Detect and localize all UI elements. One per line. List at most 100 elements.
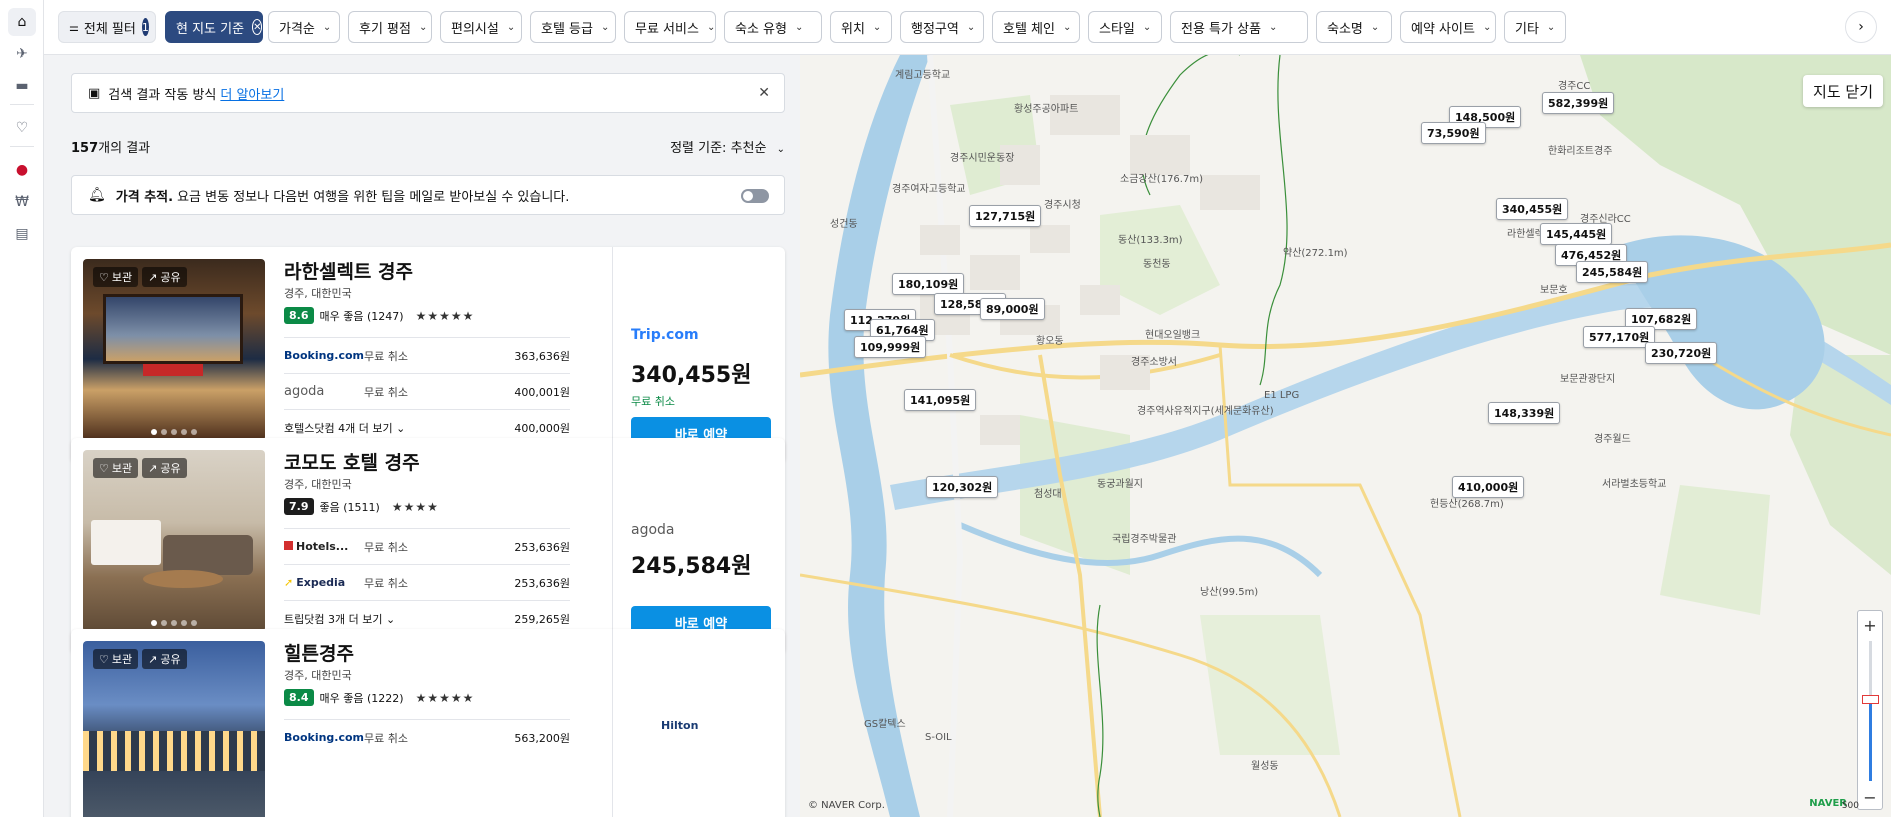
hotel-name[interactable]: 라한셀렉트 경주 — [284, 257, 413, 284]
filter-chip[interactable]: 편의시설 ⌄ — [440, 11, 522, 43]
offer-price: 253,636원 — [514, 576, 570, 590]
filter-chip-label: 무료 서비스 — [635, 21, 699, 37]
more-offers-link[interactable]: 트립닷컴 3개 더 보기 ⌄ — [284, 611, 395, 627]
all-filters-label: 전체 필터 — [83, 21, 136, 37]
hotel-card[interactable]: ♡ 보관 ↗ 공유 라한셀렉트 경주 경주, 대한민국 8.6 매우 좋음 (124… — [71, 247, 785, 463]
all-filters-button[interactable]: ⚌ 전체 필터 1 — [58, 11, 156, 43]
close-map-button[interactable]: 지도 닫기 — [1803, 75, 1883, 107]
map-price-pin[interactable]: 180,109원 — [892, 273, 965, 295]
provider-name: Booking.com — [284, 349, 365, 362]
map-place-label: 보문호 — [1540, 285, 1568, 296]
filter-chip[interactable]: 숙소 유형 ⌄ — [724, 11, 822, 43]
card-divider — [612, 247, 613, 463]
filter-chip[interactable]: 전용 특가 상품 ⌄ — [1170, 11, 1308, 43]
save-button[interactable]: ♡ 보관 — [93, 649, 139, 669]
rating-text: 매우 좋음 (1247) — [319, 309, 404, 323]
bed-icon[interactable]: ⌂ — [8, 8, 36, 36]
hotel-name[interactable]: 힐튼경주 — [284, 639, 354, 666]
filter-chip[interactable]: 예약 사이트 ⌄ — [1400, 11, 1496, 43]
map-price-pin[interactable]: 141,095원 — [904, 389, 977, 411]
share-button[interactable]: ↗ 공유 — [142, 458, 187, 478]
filter-chip[interactable]: 행정구역 ⌄ — [900, 11, 984, 43]
provider-name: agoda — [284, 384, 325, 399]
offer-row[interactable]: ➚ Expedia 무료 취소 253,636원 — [284, 564, 570, 600]
map-price-pin[interactable]: 148,339원 — [1488, 402, 1561, 424]
map-price-pin[interactable]: 127,715원 — [969, 205, 1042, 227]
filter-chip[interactable]: 숙소명 ⌄ — [1316, 11, 1392, 43]
heart-icon[interactable]: ♡ — [8, 114, 36, 142]
map-price-pin[interactable]: 245,584원 — [1576, 261, 1649, 283]
chevron-down-icon: ⌄ — [794, 21, 804, 33]
filter-chip[interactable]: 호텔 등급 ⌄ — [530, 11, 616, 43]
hotel-photo[interactable]: ♡ 보관 ↗ 공유 — [83, 450, 265, 632]
chevron-right-icon[interactable]: › — [1845, 11, 1877, 43]
plane-icon[interactable]: ✈ — [8, 40, 36, 68]
cancel-text: 무료 취소 — [364, 349, 408, 363]
hotel-name[interactable]: 코모도 호텔 경주 — [284, 448, 420, 475]
map-price-pin[interactable]: 230,720원 — [1645, 342, 1718, 364]
zoom-out-button[interactable]: − — [1858, 785, 1882, 809]
sort-value: 추천순 — [730, 141, 767, 156]
zoom-in-button[interactable]: + — [1858, 613, 1882, 637]
offer-row[interactable]: Booking.com 무료 취소 563,200원 — [284, 719, 570, 755]
photo-pagination[interactable] — [83, 429, 265, 435]
sort-dropdown[interactable]: 정렬 기준: 추천순 ⌄ — [670, 137, 785, 156]
map-view[interactable]: 경주CC 황성주공아파트 경주시민운동장 경주여자고등학교 경주시청 소금강산(176.7… — [800, 55, 1891, 817]
map-price-pin[interactable]: 120,302원 — [926, 476, 999, 498]
offer-price: 400,000원 — [514, 421, 570, 435]
hotel-card[interactable]: ♡ 보관 ↗ 공유 코모도 호텔 경주 경주, 대한민국 7.9 좋음 (1511)… — [71, 438, 785, 654]
rail-divider — [10, 104, 34, 105]
filter-chip[interactable]: 스타일 ⌄ — [1088, 11, 1162, 43]
zoom-slider-thumb[interactable] — [1862, 695, 1879, 704]
map-place-label: 성건동 — [830, 219, 858, 230]
hotel-photo-sign — [143, 364, 203, 376]
price-tracking-toggle[interactable] — [741, 189, 769, 203]
filter-chip[interactable]: 무료 서비스 ⌄ — [624, 11, 716, 43]
chevron-down-icon: ⌄ — [1546, 21, 1556, 33]
filter-chip[interactable]: 가격순 ⌄ — [268, 11, 340, 43]
hotel-card[interactable]: ♡ 보관 ↗ 공유 힐튼경주 경주, 대한민국 8.4 매우 좋음 (1222) ★… — [71, 629, 785, 817]
photo-pagination[interactable] — [83, 620, 265, 626]
save-button[interactable]: ♡ 보관 — [93, 458, 139, 478]
zoom-control: + − — [1857, 610, 1883, 810]
chevron-down-icon: ⌄ — [966, 21, 976, 33]
map-price-pin[interactable]: 145,445원 — [1540, 223, 1613, 245]
filter-chip[interactable]: 호텔 체인 ⌄ — [992, 11, 1080, 43]
offer-row[interactable]: agoda 무료 취소 400,001원 — [284, 373, 570, 409]
car-icon[interactable]: ▬ — [8, 72, 36, 100]
filter-count-badge: 1 — [141, 18, 149, 36]
share-button[interactable]: ↗ 공유 — [142, 649, 187, 669]
won-icon[interactable]: ₩ — [8, 188, 36, 216]
save-button[interactable]: ♡ 보관 — [93, 267, 139, 287]
offer-row[interactable]: Booking.com 무료 취소 363,636원 — [284, 337, 570, 373]
feedback-icon[interactable]: ▤ — [8, 220, 36, 248]
info-icon: ▣ — [88, 85, 101, 101]
korea-flag-icon[interactable]: ● — [8, 156, 36, 184]
more-offers-link[interactable]: 호텔스닷컴 4개 더 보기 ⌄ — [284, 420, 405, 436]
share-button[interactable]: ↗ 공유 — [142, 267, 187, 287]
map-attribution: © NAVER Corp. — [808, 800, 885, 811]
hotel-location: 경주, 대한민국 — [284, 669, 352, 682]
close-icon[interactable]: ✕ — [252, 19, 262, 35]
map-price-pin[interactable]: 109,999원 — [854, 336, 927, 358]
hotel-photo[interactable]: ♡ 보관 ↗ 공유 — [83, 641, 265, 817]
map-price-pin[interactable]: 89,000원 — [980, 298, 1045, 320]
map-price-pin[interactable]: 410,000원 — [1452, 476, 1525, 498]
filter-chip-label: 숙소명 — [1327, 21, 1363, 37]
map-price-pin[interactable]: 73,590원 — [1421, 122, 1486, 144]
photo-buttons: ♡ 보관 ↗ 공유 — [93, 458, 187, 478]
hotel-rating: 7.9 좋음 (1511) ★★★★ — [284, 498, 439, 515]
filter-chip[interactable]: 기타 ⌄ — [1504, 11, 1566, 43]
learn-more-link[interactable]: 더 알아보기 — [220, 84, 284, 103]
filter-chip[interactable]: 후기 평점 ⌄ — [348, 11, 432, 43]
close-icon[interactable]: ✕ — [758, 85, 770, 101]
photo-buttons: ♡ 보관 ↗ 공유 — [93, 267, 187, 287]
current-map-filter-chip[interactable]: 현 지도 기준 ✕ — [165, 11, 263, 43]
map-price-pin[interactable]: 340,455원 — [1496, 198, 1569, 220]
filter-chip[interactable]: 위치 ⌄ — [830, 11, 892, 43]
map-price-pin[interactable]: 582,399원 — [1542, 92, 1615, 114]
map-place-label: 한화리조트경주 — [1548, 146, 1613, 157]
offer-row[interactable]: Hotels... 무료 취소 253,636원 — [284, 528, 570, 564]
hotel-photo[interactable]: ♡ 보관 ↗ 공유 — [83, 259, 265, 441]
map-place-label: 황성주공아파트 — [1014, 104, 1079, 115]
